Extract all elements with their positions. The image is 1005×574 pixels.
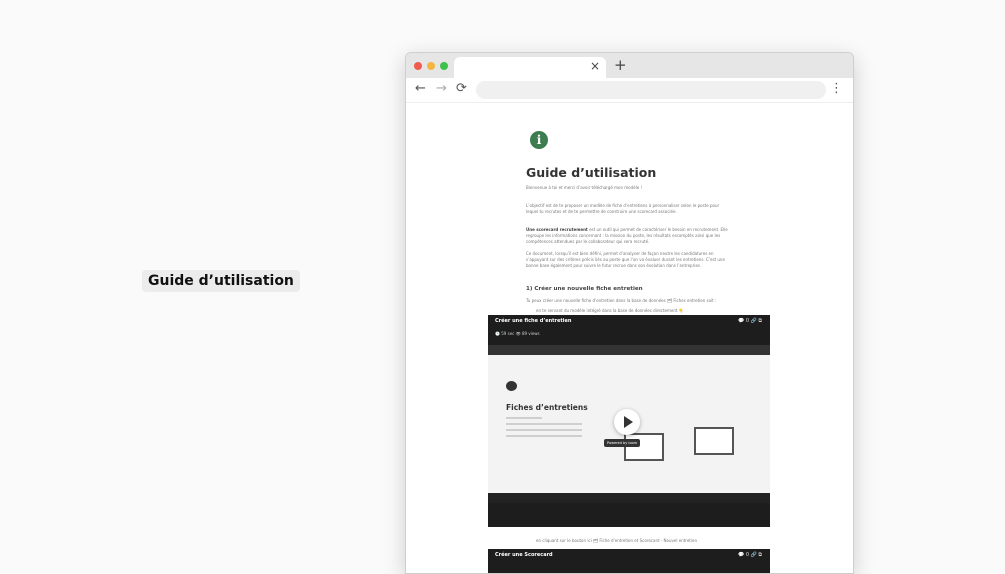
back-arrow-icon[interactable]: ← [415,81,426,96]
video-list-row [506,423,582,425]
page-title: Guide d’utilisation [526,165,657,180]
laptop-illustration [624,433,664,461]
browser-window: × + ← → ⟳ ⋮ i Guide d’utilisation Bienve… [405,52,854,574]
scorecard-strong-text: Une scorecard recrutement [526,227,588,232]
list-item: en te servant du modèle intégré dans la … [536,308,684,313]
reload-icon[interactable]: ⟳ [456,81,467,96]
video-screen: Fiches d’entretiens Powered by loom [488,355,770,493]
list-item: en cliquant sur le bouton ici 🗂 Fiche d’… [536,538,697,543]
video-embed[interactable]: Créer une fiche d’entretien 💬 0 🔗 ⧉ 🕒 59… [488,315,770,527]
video-list-row [506,435,582,437]
video-header: Créer une fiche d’entretien 💬 0 🔗 ⧉ [488,315,770,329]
browser-menu-icon[interactable]: ⋮ [830,81,843,96]
video-browser-strip [488,345,770,355]
close-window-button[interactable] [414,62,422,70]
section-title: 1) Créer une nouvelle fiche entretien [526,286,643,292]
section-intro: Tu peux créer une nouvelle fiche d’entre… [526,298,717,303]
powered-by-badge: Powered by loom [604,439,641,447]
video-controls[interactable]: 💬 0 🔗 ⧉ [738,552,762,558]
paragraph-objective: L’objectif est de te proposer un modèle … [526,203,720,214]
new-tab-button[interactable]: + [614,56,627,74]
video-heading: Fiches d’entretiens [506,403,588,412]
chat-bubble-icon [506,381,517,391]
laptop-illustration [694,427,734,455]
address-bar[interactable] [476,81,826,99]
video-embed[interactable]: Créer une Scorecard 💬 0 🔗 ⧉ [488,549,770,573]
video-title: Créer une Scorecard [495,552,553,558]
browser-tab[interactable]: × [454,57,606,78]
paragraph-document: Ce document, lorsqu’il est bien défini, … [526,251,725,268]
video-list-row [506,417,542,419]
video-header: Créer une Scorecard 💬 0 🔗 ⧉ [488,549,770,563]
video-taskbar [488,493,770,503]
side-label: Guide d’utilisation [142,270,300,292]
tab-bar: × + [406,53,853,78]
video-controls[interactable]: 💬 0 🔗 ⧉ [738,318,762,324]
nav-bar: ← → ⟳ ⋮ [406,78,853,103]
tab-close-icon[interactable]: × [590,59,600,73]
page-content: i Guide d’utilisation Bienvenue à toi et… [406,103,853,573]
video-meta: 🕒 59 sec 👁 89 views [495,331,540,336]
minimize-window-button[interactable] [427,62,435,70]
forward-arrow-icon[interactable]: → [436,81,447,96]
paragraph-scorecard: Une scorecard recrutement est un outil q… [526,227,731,245]
maximize-window-button[interactable] [440,62,448,70]
welcome-text: Bienvenue à toi et merci d’avoir télécha… [526,185,643,190]
video-list-row [506,429,582,431]
video-title: Créer une fiche d’entretien [495,318,572,324]
play-icon[interactable] [614,409,640,435]
info-icon: i [530,131,548,149]
